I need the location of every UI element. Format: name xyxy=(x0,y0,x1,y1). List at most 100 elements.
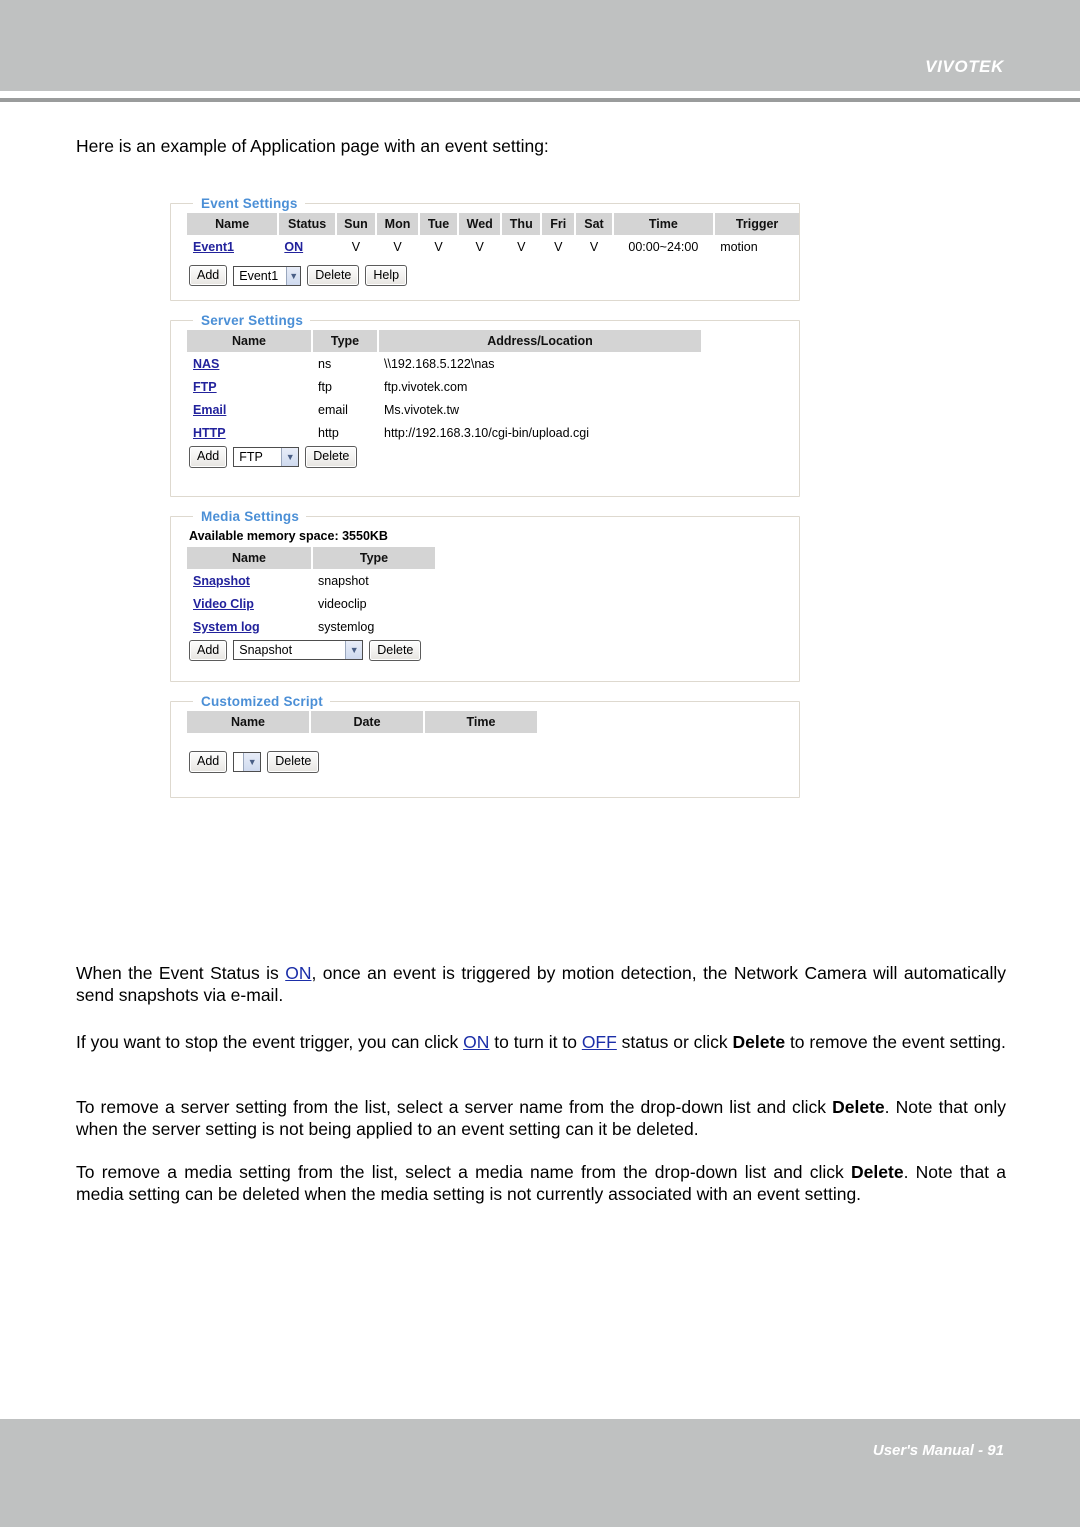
col-sat: Sat xyxy=(575,213,614,235)
event-name-cell: Event1 xyxy=(187,235,278,258)
col-fri: Fri xyxy=(541,213,577,235)
script-delete-button[interactable]: Delete xyxy=(267,751,320,773)
server-select-value: FTP xyxy=(239,450,263,465)
table-row: Snapshot snapshot xyxy=(187,569,435,592)
event-mon-cell: V xyxy=(393,240,402,254)
p1-on-link[interactable]: ON xyxy=(285,963,311,983)
chevron-down-icon: ▼ xyxy=(345,641,363,660)
footer-page-label: User's Manual - 91 xyxy=(872,1442,1004,1459)
event-select-value: Event1 xyxy=(239,268,279,283)
server-name-link[interactable]: HTTP xyxy=(193,426,226,440)
media-settings-table: Name Type Snapshot snapshot Video Clip v… xyxy=(187,546,435,638)
event-name-link[interactable]: Event1 xyxy=(193,240,234,254)
server-name-cell: Email xyxy=(187,398,312,421)
server-address-cell: Ms.vivotek.tw xyxy=(384,403,460,418)
col-sun: Sun xyxy=(335,213,377,235)
server-select[interactable]: FTP ▼ xyxy=(233,447,300,468)
col-name: Name xyxy=(187,711,311,734)
col-date: Date xyxy=(310,711,425,734)
p3-delete-bold: Delete xyxy=(832,1097,885,1117)
p2-text-a: If you want to stop the event trigger, y… xyxy=(76,1032,464,1052)
chevron-down-icon: ▼ xyxy=(243,752,261,771)
server-settings-legend: Server Settings xyxy=(201,313,304,329)
media-type-cell: snapshot xyxy=(318,573,369,588)
media-name-link[interactable]: Video Clip xyxy=(193,597,254,611)
col-mon: Mon xyxy=(375,213,421,235)
col-status: Status xyxy=(278,213,337,235)
server-name-link[interactable]: FTP xyxy=(193,380,217,394)
event-sat-cell: V xyxy=(589,240,599,254)
table-row: FTP ftp ftp.vivotek.com xyxy=(187,375,701,398)
p2-on-link[interactable]: ON xyxy=(463,1032,489,1052)
event-delete-button[interactable]: Delete xyxy=(307,265,360,287)
table-header-row: Name Type Address/Location xyxy=(187,330,701,353)
col-tue: Tue xyxy=(419,213,460,235)
application-page-screenshot: Event Settings Name Status Sun Mon Tue W… xyxy=(170,196,800,810)
media-name-link[interactable]: System log xyxy=(193,620,260,634)
event-time-cell: 00:00~24:00 xyxy=(628,240,699,254)
page-footer-band xyxy=(0,1419,1080,1527)
server-add-button[interactable]: Add xyxy=(189,446,228,468)
media-name-cell: System log xyxy=(187,615,312,638)
server-name-cell: HTTP xyxy=(187,421,312,444)
table-row: NAS ns \\192.168.5.122\nas xyxy=(187,352,701,375)
p4-delete-bold: Delete xyxy=(851,1162,904,1182)
media-type-cell: systemlog xyxy=(318,619,375,634)
available-memory-note: Available memory space: 3550KB xyxy=(189,528,388,543)
script-add-button[interactable]: Add xyxy=(189,751,228,773)
media-name-link[interactable]: Snapshot xyxy=(193,574,250,588)
col-name: Name xyxy=(187,330,313,353)
event-select[interactable]: Event1 ▼ xyxy=(233,265,302,286)
vivotek-logo: VIVOTEK xyxy=(925,57,1004,76)
media-select[interactable]: Snapshot ▼ xyxy=(233,640,364,661)
event-help-button[interactable]: Help xyxy=(365,265,408,287)
event-add-button[interactable]: Add xyxy=(189,265,228,287)
server-settings-controls: Add FTP ▼ Delete xyxy=(187,444,799,468)
server-name-link[interactable]: NAS xyxy=(193,357,219,371)
server-name-cell: NAS xyxy=(187,352,312,375)
col-trigger: Trigger xyxy=(714,213,799,235)
server-delete-button[interactable]: Delete xyxy=(305,446,358,468)
customized-script-panel: Customized Script Name Date Time Add ▼ D… xyxy=(170,694,800,798)
table-row: System log systemlog xyxy=(187,615,435,638)
media-name-cell: Video Clip xyxy=(187,592,312,615)
col-name: Name xyxy=(187,546,313,569)
col-time: Time xyxy=(612,213,716,235)
event-status-cell: ON xyxy=(278,235,336,258)
page-header-band xyxy=(0,0,1080,91)
p2-text-b: to turn it to xyxy=(489,1032,582,1052)
col-type: Type xyxy=(312,546,435,569)
script-select[interactable]: ▼ xyxy=(233,751,262,772)
col-name: Name xyxy=(187,213,280,235)
table-header-row: Name Status Sun Mon Tue Wed Thu Fri Sat … xyxy=(187,213,799,235)
paragraph-event-status: When the Event Status is ON, once an eve… xyxy=(76,962,1006,1006)
customized-script-table: Name Date Time xyxy=(187,711,537,734)
media-type-cell: videoclip xyxy=(318,596,367,611)
server-address-cell: \\192.168.5.122\nas xyxy=(384,357,495,372)
server-type-cell: email xyxy=(318,403,348,418)
media-add-button[interactable]: Add xyxy=(189,639,228,662)
col-type: Type xyxy=(312,330,379,353)
server-type-cell: ns xyxy=(318,357,332,372)
col-address: Address/Location xyxy=(378,330,701,353)
media-settings-controls: Add Snapshot ▼ Delete xyxy=(187,638,799,662)
table-row: Video Clip videoclip xyxy=(187,592,435,615)
media-name-cell: Snapshot xyxy=(187,569,312,592)
server-settings-table: Name Type Address/Location NAS ns \\192.… xyxy=(187,330,701,444)
server-type-cell: ftp xyxy=(318,380,332,395)
p3-text-a: To remove a server setting from the list… xyxy=(76,1097,833,1117)
event-fri-cell: V xyxy=(554,240,563,254)
media-select-value: Snapshot xyxy=(239,643,293,658)
server-name-link[interactable]: Email xyxy=(193,403,226,417)
p4-text-a: To remove a media setting from the list,… xyxy=(76,1162,852,1182)
event-settings-panel: Event Settings Name Status Sun Mon Tue W… xyxy=(170,196,800,302)
p2-text-d: to remove the event setting. xyxy=(785,1032,1006,1052)
p2-off-link[interactable]: OFF xyxy=(582,1032,617,1052)
chevron-down-icon: ▼ xyxy=(281,448,299,467)
media-delete-button[interactable]: Delete xyxy=(369,639,422,662)
event-status-toggle-link[interactable]: ON xyxy=(284,240,303,254)
customized-script-legend: Customized Script xyxy=(201,694,323,710)
server-type-cell: http xyxy=(318,426,339,441)
intro-text: Here is an example of Application page w… xyxy=(76,136,549,156)
paragraph-remove-media: To remove a media setting from the list,… xyxy=(76,1161,1006,1205)
